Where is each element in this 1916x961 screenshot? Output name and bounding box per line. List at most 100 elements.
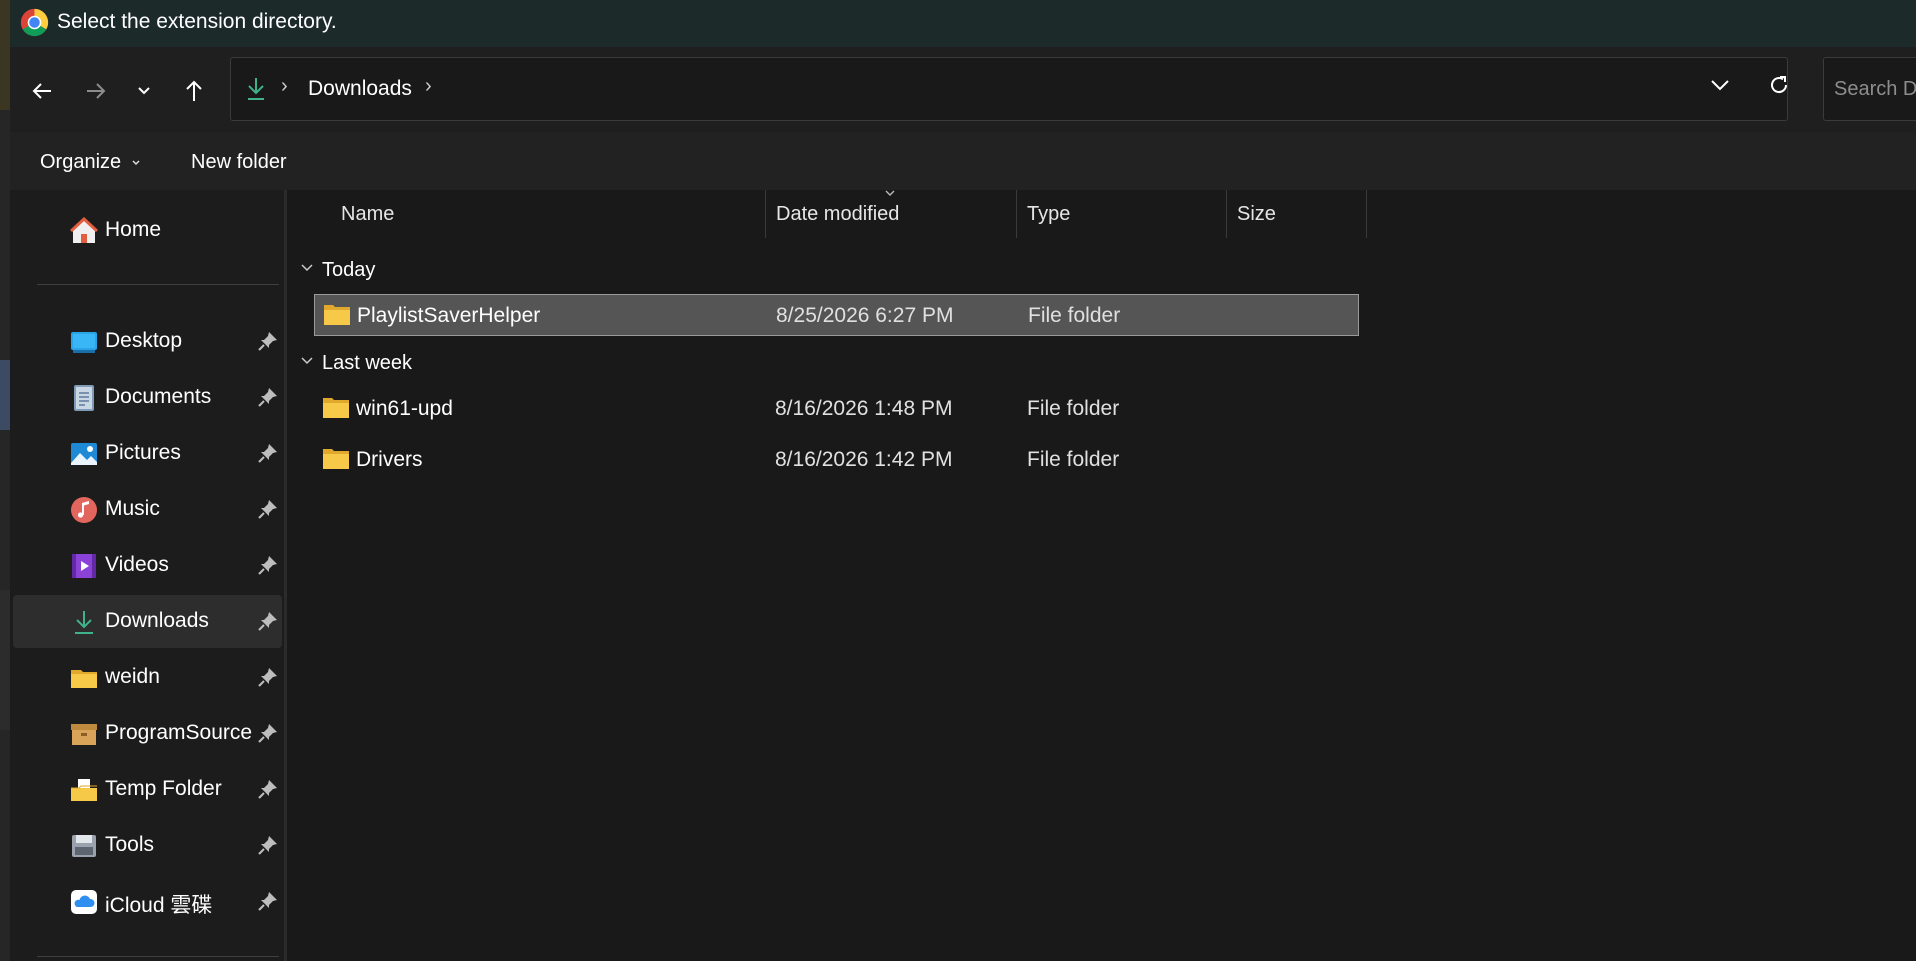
sidebar-item-weidn[interactable]: weidn (13, 651, 282, 704)
folder-icon (71, 670, 97, 688)
refresh-icon (1771, 76, 1788, 94)
file-row[interactable]: PlaylistSaverHelper 8/25/2026 6:27 PM Fi… (314, 294, 1359, 336)
file-name: win61-upd (356, 397, 453, 420)
file-date-modified: 8/16/2026 1:48 PM (775, 397, 953, 420)
chrome-icon (20, 8, 49, 37)
sidebar-item-videos[interactable]: Videos (13, 539, 282, 592)
collapse-group-icon[interactable] (300, 356, 314, 366)
pin-icon[interactable] (257, 386, 279, 408)
file-row[interactable]: win61-upd 8/16/2026 1:48 PM File folder (314, 388, 1359, 430)
address-history-dropdown[interactable] (1710, 78, 1734, 102)
column-header-name[interactable]: Name (341, 203, 394, 226)
collapse-group-icon[interactable] (300, 263, 314, 273)
organize-menu[interactable]: Organize (40, 151, 141, 174)
arrow-left-icon (32, 83, 51, 99)
file-type: File folder (1027, 448, 1120, 471)
recent-locations-button[interactable] (124, 71, 164, 111)
forward-button[interactable] (76, 71, 116, 111)
pin-icon[interactable] (257, 666, 279, 688)
sidebar-item-temp-folder[interactable]: Temp Folder (13, 763, 282, 816)
folder-icon (323, 398, 349, 418)
sidebar-item-label: Desktop (105, 329, 183, 352)
sidebar-item-label: Tools (105, 833, 155, 856)
pin-icon[interactable] (257, 442, 279, 464)
sidebar-item-programsource[interactable]: ProgramSource (13, 707, 282, 760)
documents-icon (74, 385, 94, 411)
sidebar-item-label: iCloud 雲碟 (105, 894, 213, 917)
sidebar-item-label: Downloads (105, 609, 209, 632)
breadcrumb-downloads[interactable]: Downloads (308, 77, 412, 101)
sidebar-item-downloads[interactable]: Downloads (13, 595, 282, 648)
file-row[interactable]: Drivers 8/16/2026 1:42 PM File folder (314, 439, 1359, 481)
sidebar-item-label: weidn (105, 665, 160, 688)
refresh-button[interactable] (1768, 74, 1792, 98)
pin-icon[interactable] (257, 890, 279, 912)
sidebar-divider (37, 284, 279, 285)
column-header-size[interactable]: Size (1237, 203, 1276, 226)
folder-icon (324, 305, 350, 325)
pin-icon[interactable] (257, 498, 279, 520)
group-header-today[interactable]: Today (322, 259, 375, 282)
download-icon (75, 611, 93, 634)
caret-down-icon (132, 160, 140, 165)
column-divider[interactable] (1366, 190, 1367, 238)
sidebar-divider (37, 956, 279, 957)
music-icon (71, 497, 97, 523)
chevron-down-icon (138, 87, 150, 95)
back-button[interactable] (22, 71, 62, 111)
folder-doc-icon (71, 779, 97, 801)
sidebar-item-label: Music (105, 497, 160, 520)
file-date-modified: 8/25/2026 6:27 PM (776, 304, 954, 327)
pin-icon[interactable] (257, 834, 279, 856)
search-input[interactable] (1834, 58, 1916, 120)
sidebar-item-label: ProgramSource (105, 721, 253, 744)
address-bar[interactable]: › Downloads › (230, 57, 1788, 121)
file-type: File folder (1028, 304, 1121, 327)
pin-icon[interactable] (257, 330, 279, 352)
column-header-date-modified[interactable]: Date modified (776, 203, 899, 226)
desktop-icon (71, 332, 97, 353)
sidebar-item-label: Documents (105, 385, 212, 408)
pin-icon[interactable] (257, 610, 279, 632)
sidebar-item-desktop[interactable]: Desktop (13, 315, 282, 368)
sidebar-item-label: Temp Folder (105, 777, 222, 800)
command-bar (10, 132, 1916, 190)
window-title: Select the extension directory. (57, 10, 337, 33)
sidebar-item-pictures[interactable]: Pictures (13, 427, 282, 480)
chevron-down-icon (1711, 80, 1729, 91)
organize-label: Organize (40, 151, 122, 173)
sidebar-item-label: Videos (105, 553, 169, 576)
arrow-up-icon (186, 80, 202, 101)
column-header-type[interactable]: Type (1027, 203, 1070, 226)
navigation-pane: Home Desktop Documents Pictures Music Vi… (10, 190, 284, 961)
archive-folder-icon (71, 724, 97, 745)
folder-icon (323, 449, 349, 469)
sidebar-item-music[interactable]: Music (13, 483, 282, 536)
arrow-right-icon (87, 83, 106, 99)
group-header-last-week[interactable]: Last week (322, 352, 412, 375)
pin-icon[interactable] (257, 722, 279, 744)
file-type: File folder (1027, 397, 1120, 420)
new-folder-button[interactable]: New folder (191, 151, 287, 174)
sidebar-item-documents[interactable]: Documents (13, 371, 282, 424)
up-button[interactable] (174, 71, 214, 111)
breadcrumb-separator[interactable]: › (425, 75, 432, 98)
column-divider[interactable] (1226, 190, 1227, 238)
sidebar-item-tools[interactable]: Tools (13, 819, 282, 872)
icloud-icon (71, 890, 97, 914)
column-divider[interactable] (765, 190, 766, 238)
file-name: Drivers (356, 448, 423, 471)
home-icon (70, 217, 98, 243)
pin-icon[interactable] (257, 554, 279, 576)
file-name: PlaylistSaverHelper (357, 304, 541, 327)
column-divider[interactable] (1016, 190, 1017, 238)
sidebar-item-home[interactable]: Home (13, 204, 282, 257)
disk-icon (72, 835, 96, 857)
download-icon (248, 78, 264, 100)
sidebar-item-icloud[interactable]: iCloud 雲碟 (13, 875, 282, 928)
pin-icon[interactable] (257, 778, 279, 800)
desktop-background-strip (0, 0, 10, 961)
sidebar-item-label: Home (105, 218, 162, 241)
search-box[interactable] (1823, 57, 1916, 121)
file-date-modified: 8/16/2026 1:42 PM (775, 448, 953, 471)
